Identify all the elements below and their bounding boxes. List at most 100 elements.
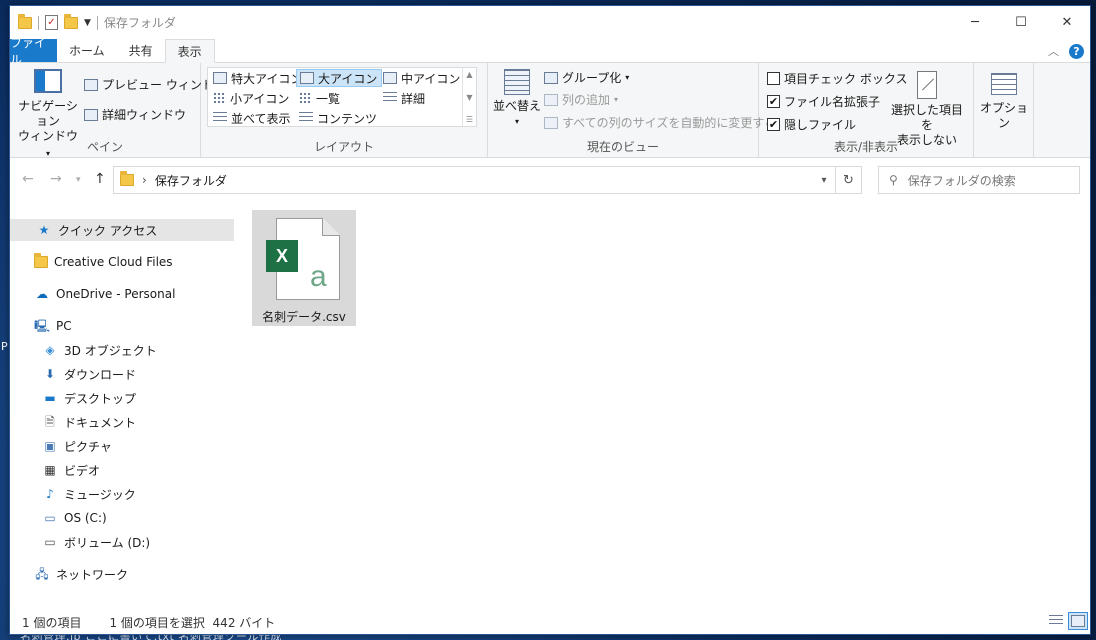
desktop-edge-text: P <box>1 340 8 353</box>
hidden-items-checkbox[interactable]: ✔ <box>767 118 780 131</box>
sidebar-item-downloads[interactable]: ⬇ ダウンロード <box>10 363 136 385</box>
up-arrow-icon[interactable]: ↑ <box>94 171 106 187</box>
layout-gallery-scroll[interactable]: ▲ ▼ ☰ <box>462 68 476 126</box>
layout-tiles[interactable]: 並べて表示 <box>210 109 294 127</box>
sidebar-item-creative-cloud[interactable]: Creative Cloud Files <box>10 251 173 273</box>
gallery-expand-icon[interactable]: ☰ <box>466 115 473 124</box>
layout-medium-icons[interactable]: 中アイコン <box>380 69 463 87</box>
details-pane-button[interactable]: 詳細ウィンドウ <box>84 106 186 123</box>
tab-view[interactable]: 表示 <box>164 39 215 63</box>
item-checkboxes-checkbox[interactable] <box>767 72 780 85</box>
refresh-button[interactable]: ↻ <box>836 166 862 194</box>
sort-by-button[interactable]: 並べ替え ▾ <box>492 69 542 129</box>
onedrive-cloud-icon: ☁ <box>36 287 48 301</box>
layout-item-label: 詳細 <box>401 91 426 106</box>
toolbar-separator <box>96 15 98 30</box>
hidden-items-toggle[interactable]: ✔ 隠しファイル <box>767 116 856 133</box>
add-columns-button[interactable]: 列の追加 ▾ <box>544 91 618 108</box>
address-row: ← → ▾ ↑ › 保存フォルダ ▾ ↻ ⚲ 保存フォルダの検索 <box>10 158 1090 200</box>
sidebar-item-label: OneDrive - Personal <box>56 287 176 301</box>
search-icon: ⚲ <box>889 173 898 187</box>
pane-group-label: ペイン <box>86 140 123 154</box>
title-bar: ✓ ▼ 保存フォルダ ─ ☐ ✕ <box>10 6 1090 39</box>
folder-icon <box>18 13 32 29</box>
layout-extra-large-icons[interactable]: 特大アイコン <box>210 69 305 87</box>
minimize-button[interactable]: ─ <box>952 6 998 39</box>
pane-group: ナビゲーション ウィンドウ ▾ プレビュー ウィンドウ 詳細ウィンドウ ペイン <box>10 63 226 158</box>
options-group: オプション <box>974 63 1034 158</box>
back-arrow-icon[interactable]: ← <box>22 171 34 187</box>
layout-large-icons[interactable]: 大アイコン <box>296 69 382 87</box>
sidebar-item-onedrive[interactable]: ☁ OneDrive - Personal <box>10 283 175 305</box>
music-note-icon: ♪ <box>46 487 54 501</box>
scroll-down-icon[interactable]: ▼ <box>466 93 472 102</box>
sidebar-item-3d-objects[interactable]: ◈ 3D オブジェクト <box>10 339 157 361</box>
layout-item-label: コンテンツ <box>317 111 378 126</box>
small-icons-icon <box>213 92 226 104</box>
add-columns-icon <box>544 93 558 106</box>
layout-small-icons[interactable]: 小アイコン <box>210 89 292 107</box>
toolbar-separator <box>38 15 39 30</box>
sidebar-item-drive-c[interactable]: ▭ OS (C:) <box>10 507 106 529</box>
address-bar[interactable]: › 保存フォルダ ▾ <box>113 166 836 194</box>
breadcrumb[interactable]: 保存フォルダ <box>155 172 227 189</box>
size-all-columns-button[interactable]: すべての列のサイズを自動的に変更する <box>544 114 776 131</box>
hide-selected-button[interactable]: 選択した項目を 表示しない <box>887 71 967 148</box>
address-history-chevron-icon[interactable]: ▾ <box>813 167 835 193</box>
details-view-icon <box>1049 615 1063 627</box>
group-by-button[interactable]: グループ化 ▾ <box>544 69 629 86</box>
recent-locations-chevron-icon[interactable]: ▾ <box>76 175 81 185</box>
large-icons-view-icon <box>1071 615 1085 627</box>
sidebar-item-label: ドキュメント <box>64 415 137 430</box>
layout-list[interactable]: 一覧 <box>296 89 343 107</box>
layout-details[interactable]: 詳細 <box>380 89 428 107</box>
collapse-ribbon-chevron-icon[interactable]: ︿ <box>1048 43 1059 59</box>
sidebar-item-drive-d[interactable]: ▭ ボリューム (D:) <box>10 531 150 553</box>
hide-selected-icon <box>917 71 937 99</box>
sidebar-item-documents[interactable]: 🗎 ドキュメント <box>10 411 136 433</box>
file-item[interactable]: X a 名刺データ.csv <box>252 210 356 326</box>
properties-icon[interactable]: ✓ <box>45 15 58 30</box>
options-icon <box>991 73 1017 95</box>
sidebar-item-music[interactable]: ♪ ミュージック <box>10 483 136 505</box>
options-button[interactable]: オプション <box>978 73 1030 131</box>
search-input[interactable]: ⚲ 保存フォルダの検索 <box>878 166 1080 194</box>
item-count: 1 個の項目 <box>22 615 82 630</box>
layout-group-label: レイアウト <box>313 140 374 154</box>
close-button[interactable]: ✕ <box>1044 6 1090 39</box>
video-icon: ▦ <box>44 463 56 477</box>
customize-toolbar-chevron-icon[interactable]: ▼ <box>84 18 91 28</box>
selection-info: 1 個の項目を選択 442 バイト <box>109 614 275 631</box>
sidebar-item-videos[interactable]: ▦ ビデオ <box>10 459 100 481</box>
scroll-up-icon[interactable]: ▲ <box>466 70 472 79</box>
help-icon[interactable]: ? <box>1069 43 1084 59</box>
sidebar-item-network[interactable]: 🖧 ネットワーク <box>10 563 128 585</box>
sidebar-item-label: ミュージック <box>64 487 136 502</box>
forward-arrow-icon[interactable]: → <box>50 171 62 187</box>
sidebar-item-label: クイック アクセス <box>58 223 158 238</box>
file-extensions-toggle[interactable]: ✔ ファイル名拡張子 <box>767 93 880 110</box>
sidebar-item-quick-access[interactable]: ★ クイック アクセス <box>10 219 234 241</box>
selection-count: 1 個の項目を選択 <box>109 615 205 630</box>
layout-item-label: 大アイコン <box>318 71 378 86</box>
sidebar-item-desktop[interactable]: ▬ デスクトップ <box>10 387 136 409</box>
tab-share[interactable]: 共有 <box>117 39 165 62</box>
large-icons-view-button[interactable] <box>1068 612 1088 630</box>
ribbon-tabs: ファイル ホーム 共有 表示 ︿ ? <box>10 36 1090 67</box>
layout-content[interactable]: コンテンツ <box>296 109 380 127</box>
tab-home[interactable]: ホーム <box>57 39 117 62</box>
layout-group: 特大アイコン 大アイコン 中アイコン 小アイコン 一覧 詳細 並べて表示 コンテ… <box>201 63 488 158</box>
sidebar-item-pc[interactable]: 🖳 PC <box>10 315 72 337</box>
details-view-button[interactable] <box>1046 612 1066 630</box>
tab-file[interactable]: ファイル <box>10 36 57 67</box>
new-folder-icon[interactable] <box>64 13 78 29</box>
file-extensions-checkbox[interactable]: ✔ <box>767 95 780 108</box>
refresh-icon: ↻ <box>843 172 854 188</box>
csv-letter-glyph: a <box>310 260 327 293</box>
breadcrumb-separator-icon[interactable]: › <box>142 173 147 187</box>
sidebar-item-pictures[interactable]: ▣ ピクチャ <box>10 435 112 457</box>
maximize-button[interactable]: ☐ <box>998 6 1044 39</box>
sidebar-item-label: 3D オブジェクト <box>64 343 157 358</box>
layout-item-label: 並べて表示 <box>231 111 291 126</box>
drive-d-icon: ▭ <box>44 535 56 549</box>
